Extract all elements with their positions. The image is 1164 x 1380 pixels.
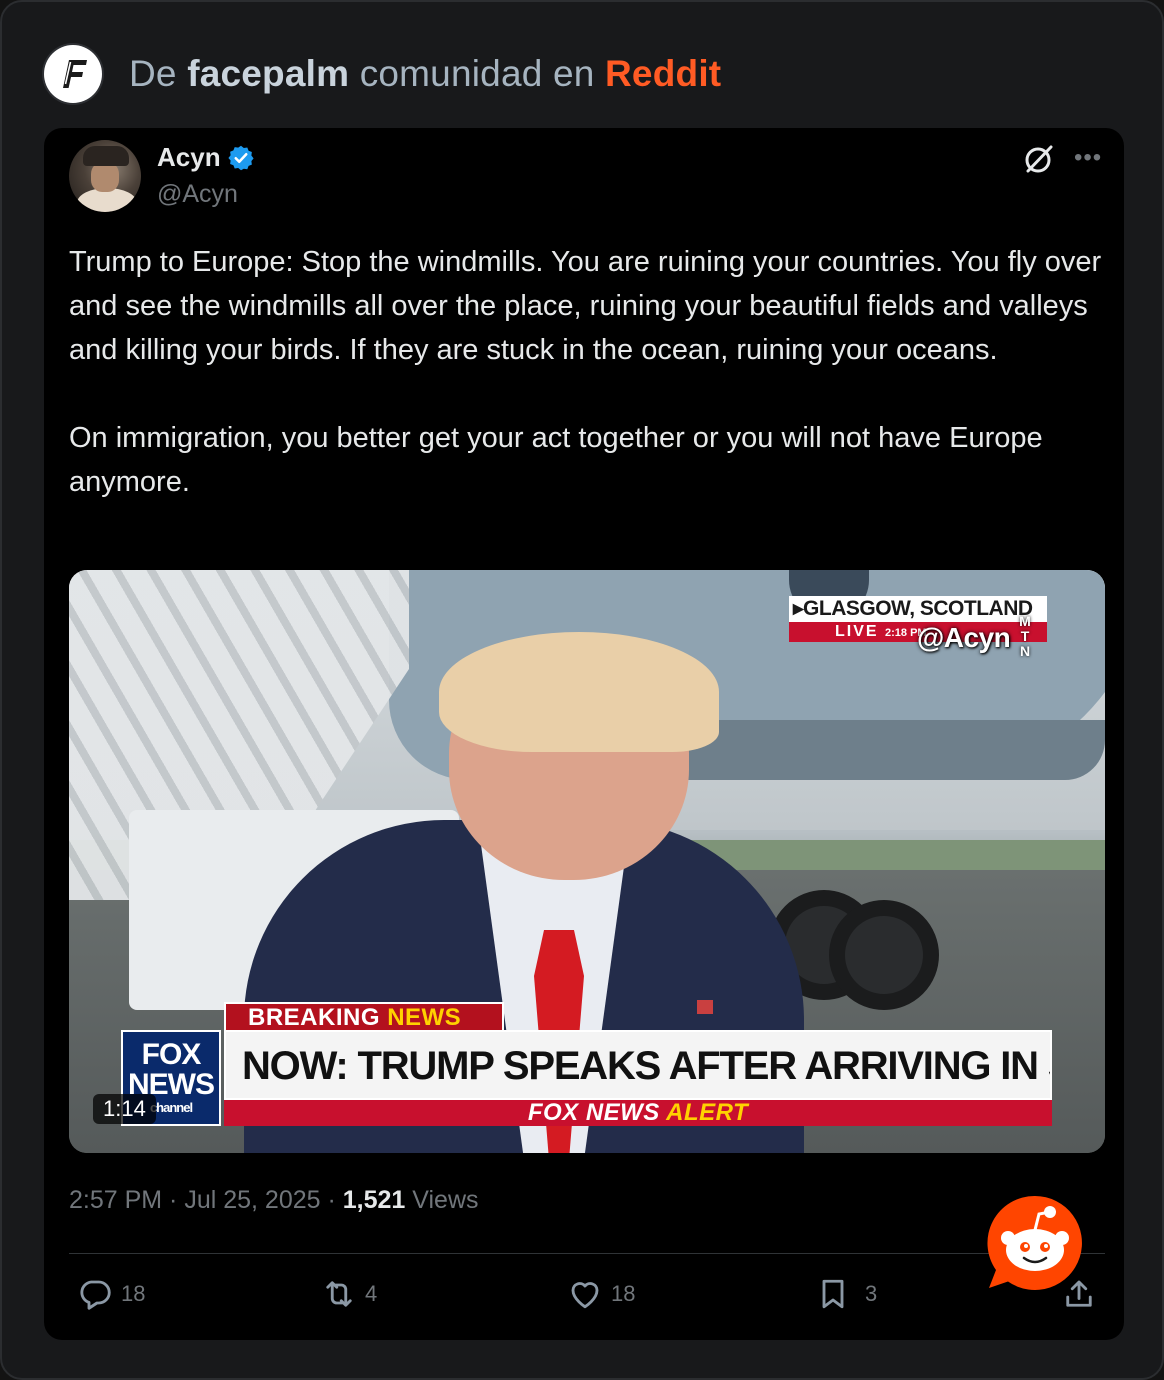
avatar[interactable] xyxy=(69,140,141,212)
bookmark-icon xyxy=(822,1279,844,1309)
tweet-meta: 2:57 PM · Jul 25, 2025 · 1,521 Views xyxy=(69,1186,479,1215)
heart-icon xyxy=(571,1282,599,1309)
video-watermark: @Acyn xyxy=(917,622,1011,653)
author-handle[interactable]: @Acyn xyxy=(157,180,238,209)
reply-count: 18 xyxy=(121,1281,146,1306)
tweet-actions: 18 4 18 3 xyxy=(69,1276,1105,1326)
like-count: 18 xyxy=(611,1281,636,1306)
bookmark-button[interactable]: 3 xyxy=(815,1276,877,1312)
tweet-paragraph: On immigration, you better get your act … xyxy=(69,422,1043,498)
author-name[interactable]: Acyn xyxy=(157,142,255,173)
divider xyxy=(69,1253,1105,1254)
repost-count: 4 xyxy=(365,1281,378,1306)
tweet-text: Trump to Europe: Stop the windmills. You… xyxy=(69,240,1109,504)
header-middle: comunidad en xyxy=(359,53,595,94)
video-player[interactable]: ▸GLASGOW, SCOTLAND LIVE 2:18 PM @Acyn M … xyxy=(69,570,1105,1153)
post-source-text: De facepalm comunidad en Reddit xyxy=(129,53,721,95)
views-count: 1,521 xyxy=(342,1186,406,1214)
more-icon[interactable]: ••• xyxy=(1074,146,1102,170)
reddit-snoo-icon[interactable] xyxy=(984,1192,1086,1294)
verified-badge-icon xyxy=(227,145,254,170)
tweet-timestamp[interactable]: 2:57 PM · Jul 25, 2025 · xyxy=(69,1186,343,1214)
grok-icon[interactable] xyxy=(1022,142,1056,176)
post-source-header: De facepalm comunidad en Reddit xyxy=(44,44,721,104)
reply-button[interactable]: 18 xyxy=(77,1276,145,1312)
reddit-embed-frame: De facepalm comunidad en Reddit Acyn @Ac… xyxy=(0,0,1164,1380)
location-label: ▸GLASGOW, SCOTLAND xyxy=(789,596,1047,622)
bookmark-count: 3 xyxy=(865,1281,878,1306)
repost-icon xyxy=(326,1281,352,1307)
views-label: Views xyxy=(405,1186,479,1214)
tweet-paragraph: Trump to Europe: Stop the windmills. You… xyxy=(69,246,1102,366)
breaking-news-banner: BREAKING NEWS xyxy=(224,1002,504,1032)
reply-icon xyxy=(80,1280,111,1310)
news-headline-chyron: NOW: TRUMP SPEAKS AFTER ARRIVING IN SCOT… xyxy=(224,1030,1052,1100)
subreddit-logo-icon[interactable] xyxy=(44,45,102,103)
repost-button[interactable]: 4 xyxy=(321,1276,377,1312)
video-duration: 1:14 xyxy=(93,1094,156,1124)
fox-news-alert-bar: FOX NEWS ALERT xyxy=(224,1100,1052,1126)
subreddit-name-link[interactable]: facepalm xyxy=(187,53,349,94)
author-name-text[interactable]: Acyn xyxy=(157,142,221,173)
reddit-brand-link[interactable]: Reddit xyxy=(605,53,721,94)
header-prefix: De xyxy=(129,53,177,94)
tweet-card[interactable]: Acyn @Acyn ••• Trump to Europe: Stop the… xyxy=(44,128,1124,1340)
mtn-watermark: M T N xyxy=(1019,613,1031,659)
like-button[interactable]: 18 xyxy=(567,1276,635,1312)
